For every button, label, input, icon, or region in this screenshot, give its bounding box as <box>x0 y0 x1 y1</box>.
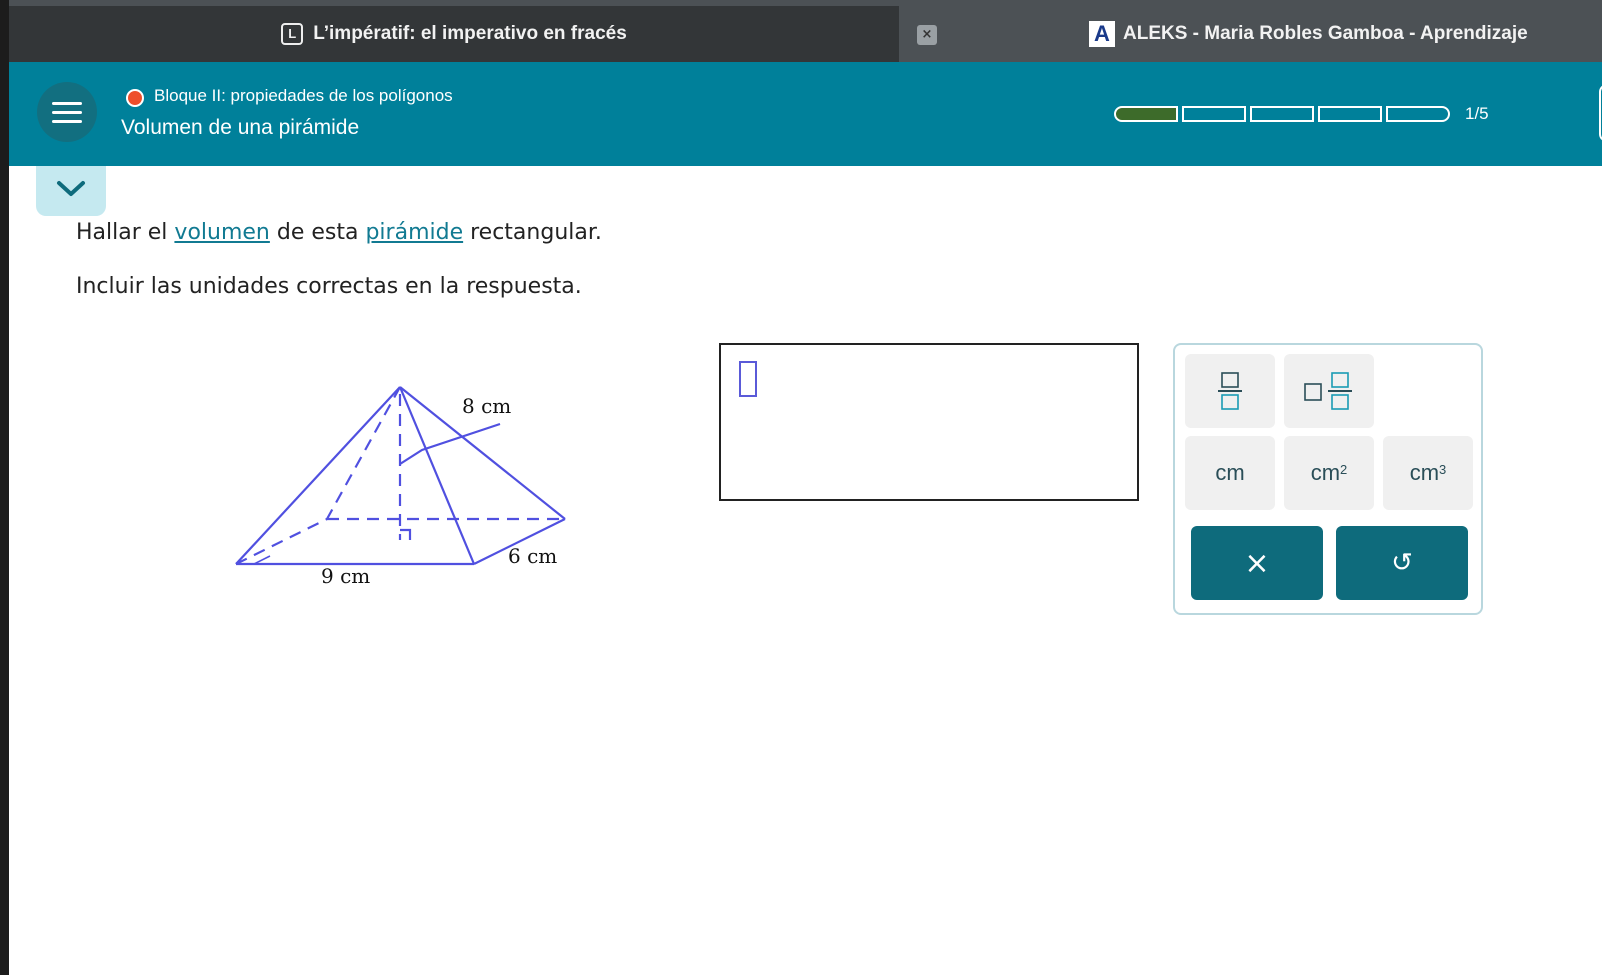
lesson-header: Bloque II: propiedades de los polígonos … <box>9 62 1602 166</box>
topic-label: Bloque II: propiedades de los polígonos <box>154 86 453 105</box>
tab-aleks[interactable]: A ALEKS - Maria Robles Gamboa - Aprendiz… <box>1089 6 1602 62</box>
answer-input[interactable] <box>719 343 1139 501</box>
progress-segment <box>1318 106 1382 122</box>
pyramid-link[interactable]: pirámide <box>365 220 463 245</box>
hamburger-icon <box>52 111 82 114</box>
hamburger-icon <box>52 120 82 123</box>
mixed-number-icon <box>1304 372 1352 410</box>
key-exponent: 3 <box>1439 461 1447 477</box>
cm2-key[interactable]: cm 2 <box>1284 436 1374 510</box>
pyramid-figure: 8 cm 9 cm 6 cm <box>235 386 566 588</box>
tab-title: ALEKS - Maria Robles Gamboa - Aprendizaj… <box>1123 23 1528 44</box>
height-leader-line <box>399 422 501 465</box>
fraction-icon <box>1218 372 1242 410</box>
cm3-key[interactable]: cm 3 <box>1383 436 1473 510</box>
progress-bar <box>1114 106 1454 122</box>
left-edge-strip <box>0 0 9 975</box>
key-label: cm <box>1310 460 1341 485</box>
menu-button[interactable] <box>37 82 97 142</box>
answer-cursor-placeholder <box>739 361 757 397</box>
aleks-logo-icon: A <box>1089 21 1115 47</box>
l-logo-icon: L <box>281 23 304 45</box>
math-keypad: cm cm 2 cm 3 × ↺ <box>1173 343 1483 615</box>
progress-segment <box>1182 106 1246 122</box>
collapse-button[interactable] <box>36 166 106 216</box>
close-icon: × <box>1244 545 1270 581</box>
units-instruction: Incluir las unidades correctas en la res… <box>76 274 582 299</box>
page-title: Volumen de una pirámide <box>121 116 360 139</box>
height-label: 8 cm <box>462 394 511 418</box>
tab-title: L’impératif: el imperativo en fracés <box>313 23 627 44</box>
mixed-number-key[interactable] <box>1284 354 1374 428</box>
key-exponent: 2 <box>1340 461 1348 477</box>
hamburger-icon <box>52 102 82 105</box>
key-label: cm <box>1409 460 1440 485</box>
hidden-base-edge <box>235 518 328 565</box>
problem-text: de esta <box>269 220 366 245</box>
length-label: 9 cm <box>321 564 370 588</box>
right-angle-mark <box>400 528 412 540</box>
problem-text: Hallar el <box>76 220 175 245</box>
progress-segment <box>1114 106 1178 122</box>
tab-imperatif[interactable]: L L’impératif: el imperativo en fracés <box>9 6 899 62</box>
close-tab-icon[interactable]: × <box>917 25 937 45</box>
browser-tab-bar: L L’impératif: el imperativo en fracés ×… <box>9 0 1602 62</box>
problem-text: rectangular. <box>463 220 602 245</box>
volume-link[interactable]: volumen <box>174 220 269 245</box>
progress-count: 1/5 <box>1465 104 1489 123</box>
progress-segment <box>1386 106 1450 122</box>
topic-status-dot <box>126 89 144 107</box>
undo-icon: ↺ <box>1391 548 1413 578</box>
undo-button[interactable]: ↺ <box>1336 526 1468 600</box>
cm-key[interactable]: cm <box>1185 436 1275 510</box>
progress-segment <box>1250 106 1314 122</box>
chevron-down-icon <box>57 181 85 196</box>
fraction-key[interactable] <box>1185 354 1275 428</box>
width-label: 6 cm <box>508 544 557 568</box>
pyramid-edge <box>235 386 401 565</box>
problem-statement: Hallar el volumen de esta pirámide recta… <box>76 220 602 245</box>
key-label: cm <box>1215 460 1245 485</box>
clear-button[interactable]: × <box>1191 526 1323 600</box>
